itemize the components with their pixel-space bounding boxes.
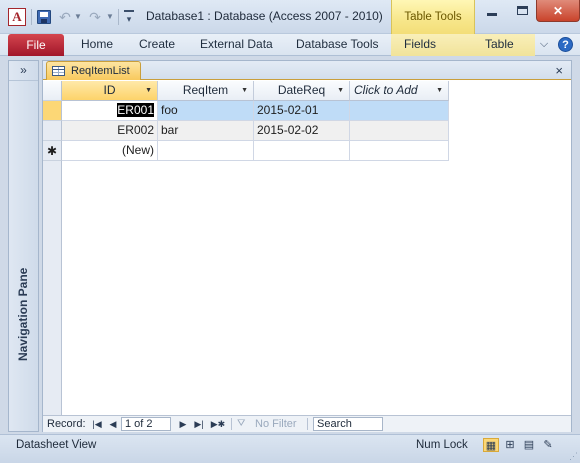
new-record-selector-icon[interactable]: ✱	[43, 141, 62, 161]
select-all-corner[interactable]	[43, 81, 62, 101]
close-document-icon[interactable]: ×	[555, 61, 563, 80]
close-button[interactable]: ✕	[536, 0, 580, 22]
redo-dropdown-icon[interactable]: ▼	[106, 8, 114, 26]
table-row[interactable]: ER002 bar 2015-02-02	[43, 121, 449, 141]
tab-table-label: Table	[485, 37, 514, 51]
save-icon[interactable]	[37, 10, 51, 24]
cell-click-to-add[interactable]	[350, 121, 449, 141]
column-header-id[interactable]: ID ▼	[62, 81, 158, 101]
tab-table[interactable]: Table	[475, 34, 535, 56]
column-filter-dropdown-icon[interactable]: ▼	[241, 81, 248, 100]
column-filter-dropdown-icon[interactable]: ▼	[145, 81, 152, 100]
window-title: Database1 : Database (Access 2007 - 2010…	[146, 9, 386, 23]
ribbon-tab-bar: File Home Create External Data Database …	[0, 34, 580, 56]
tab-home[interactable]: Home	[81, 34, 113, 56]
design-view-icon[interactable]: ✎	[540, 438, 556, 452]
datasheet-grid: ID ▼ ReqItem ▼ DateReq ▼ Click to Add ▼ …	[43, 81, 571, 415]
column-header-label: ReqItem	[182, 83, 229, 97]
selector-column-filler	[43, 161, 62, 415]
new-record-icon[interactable]: ▶✱	[209, 416, 227, 432]
first-record-icon[interactable]: |◀	[91, 416, 103, 432]
new-record-row[interactable]: ✱ (New)	[43, 141, 449, 161]
num-lock-indicator: Num Lock	[416, 439, 468, 451]
header-row: ID ▼ ReqItem ▼ DateReq ▼ Click to Add ▼	[43, 81, 449, 101]
cell-reqitem[interactable]: bar	[158, 121, 254, 141]
cell-id[interactable]: (New)	[62, 141, 158, 161]
cell-datereq[interactable]	[254, 141, 350, 161]
view-status-text: Datasheet View	[16, 439, 97, 451]
context-group-label: Table Tools	[404, 11, 462, 23]
cell-id-text: ER001	[117, 103, 154, 117]
no-filter-button[interactable]: No Filter	[255, 416, 297, 432]
column-filter-dropdown-icon[interactable]: ▼	[337, 81, 344, 100]
document-tab-label: ReqItemList	[71, 65, 130, 77]
pivottable-view-icon[interactable]: ⊞	[502, 438, 518, 452]
table-row[interactable]: ER001 foo 2015-02-01	[43, 101, 449, 121]
cell-click-to-add[interactable]	[350, 141, 449, 161]
column-header-label: DateReq	[277, 83, 326, 97]
filter-funnel-icon: ⛛	[237, 418, 246, 429]
column-header-label: ID	[103, 83, 116, 97]
column-header-click-to-add[interactable]: Click to Add ▼	[350, 81, 449, 101]
qat-separator	[31, 9, 32, 25]
record-label: Record:	[47, 418, 86, 430]
column-header-label: Click to Add	[354, 83, 418, 97]
redo-icon[interactable]: ↷	[88, 8, 102, 26]
current-record-field[interactable]: 1 of 2	[121, 417, 171, 431]
title-bar: A ↶ ▼ ↷ ▼ ▾ Database1 : Database (Access…	[0, 0, 580, 34]
access-app-icon[interactable]: A	[8, 8, 26, 26]
record-selector[interactable]	[43, 121, 62, 141]
cell-id[interactable]: ER001	[62, 101, 158, 121]
pivotchart-view-icon[interactable]: ▤	[521, 438, 537, 452]
document-tab-reqitemlist[interactable]: ReqItemList	[46, 61, 141, 80]
column-add-dropdown-icon[interactable]: ▼	[436, 81, 443, 100]
column-header-reqitem[interactable]: ReqItem ▼	[158, 81, 254, 101]
record-selector[interactable]	[43, 101, 62, 121]
tab-database-tools[interactable]: Database Tools	[296, 34, 379, 56]
undo-icon[interactable]: ↶	[58, 8, 72, 26]
cell-id[interactable]: ER002	[62, 121, 158, 141]
navigation-pane[interactable]: » Navigation Pane	[8, 60, 39, 432]
tab-fields-label: Fields	[404, 37, 437, 51]
record-nav-separator	[307, 418, 308, 430]
document-area: ReqItemList × ID ▼ ReqItem ▼ DateReq ▼ C…	[42, 60, 572, 432]
navigation-pane-label: Navigation Pane	[16, 267, 30, 361]
minimize-icon	[487, 13, 497, 16]
status-bar: Datasheet View Num Lock ▦ ⊞ ▤ ✎ ⋰	[0, 434, 580, 463]
tab-fields[interactable]: Fields	[391, 34, 475, 56]
document-tab-strip: ReqItemList ×	[43, 61, 571, 80]
qat-separator	[118, 9, 119, 25]
resize-grip-icon[interactable]: ⋰	[569, 452, 578, 461]
previous-record-icon[interactable]: ◀	[107, 416, 119, 432]
tab-create[interactable]: Create	[139, 34, 175, 56]
minimize-button[interactable]	[478, 0, 506, 22]
search-input[interactable]: Search	[313, 417, 383, 431]
record-navigation-bar: Record: |◀ ◀ 1 of 2 ▶ ▶| ▶✱ ⛛ No Filter …	[43, 415, 571, 432]
open-navigation-pane-icon[interactable]: »	[9, 61, 38, 81]
maximize-button[interactable]	[508, 0, 536, 22]
column-header-datereq[interactable]: DateReq ▼	[254, 81, 350, 101]
tab-external-data[interactable]: External Data	[200, 34, 273, 56]
table-tools-context-group: Table Tools	[391, 0, 475, 34]
table-icon	[52, 66, 65, 76]
cell-reqitem[interactable]: foo	[158, 101, 254, 121]
help-icon[interactable]: ?	[558, 37, 573, 52]
last-record-icon[interactable]: ▶|	[193, 416, 205, 432]
undo-dropdown-icon[interactable]: ▼	[74, 8, 82, 26]
file-tab[interactable]: File	[8, 34, 64, 56]
cell-reqitem[interactable]	[158, 141, 254, 161]
next-record-icon[interactable]: ▶	[177, 416, 189, 432]
datasheet-view-icon[interactable]: ▦	[483, 438, 499, 452]
minimize-ribbon-icon[interactable]: ⌵	[537, 37, 551, 51]
cell-datereq[interactable]: 2015-02-02	[254, 121, 350, 141]
cell-click-to-add[interactable]	[350, 101, 449, 121]
maximize-icon	[517, 6, 528, 15]
record-nav-separator	[231, 418, 232, 430]
cell-datereq[interactable]: 2015-02-01	[254, 101, 350, 121]
customize-qat-icon[interactable]: ▾	[124, 10, 134, 24]
